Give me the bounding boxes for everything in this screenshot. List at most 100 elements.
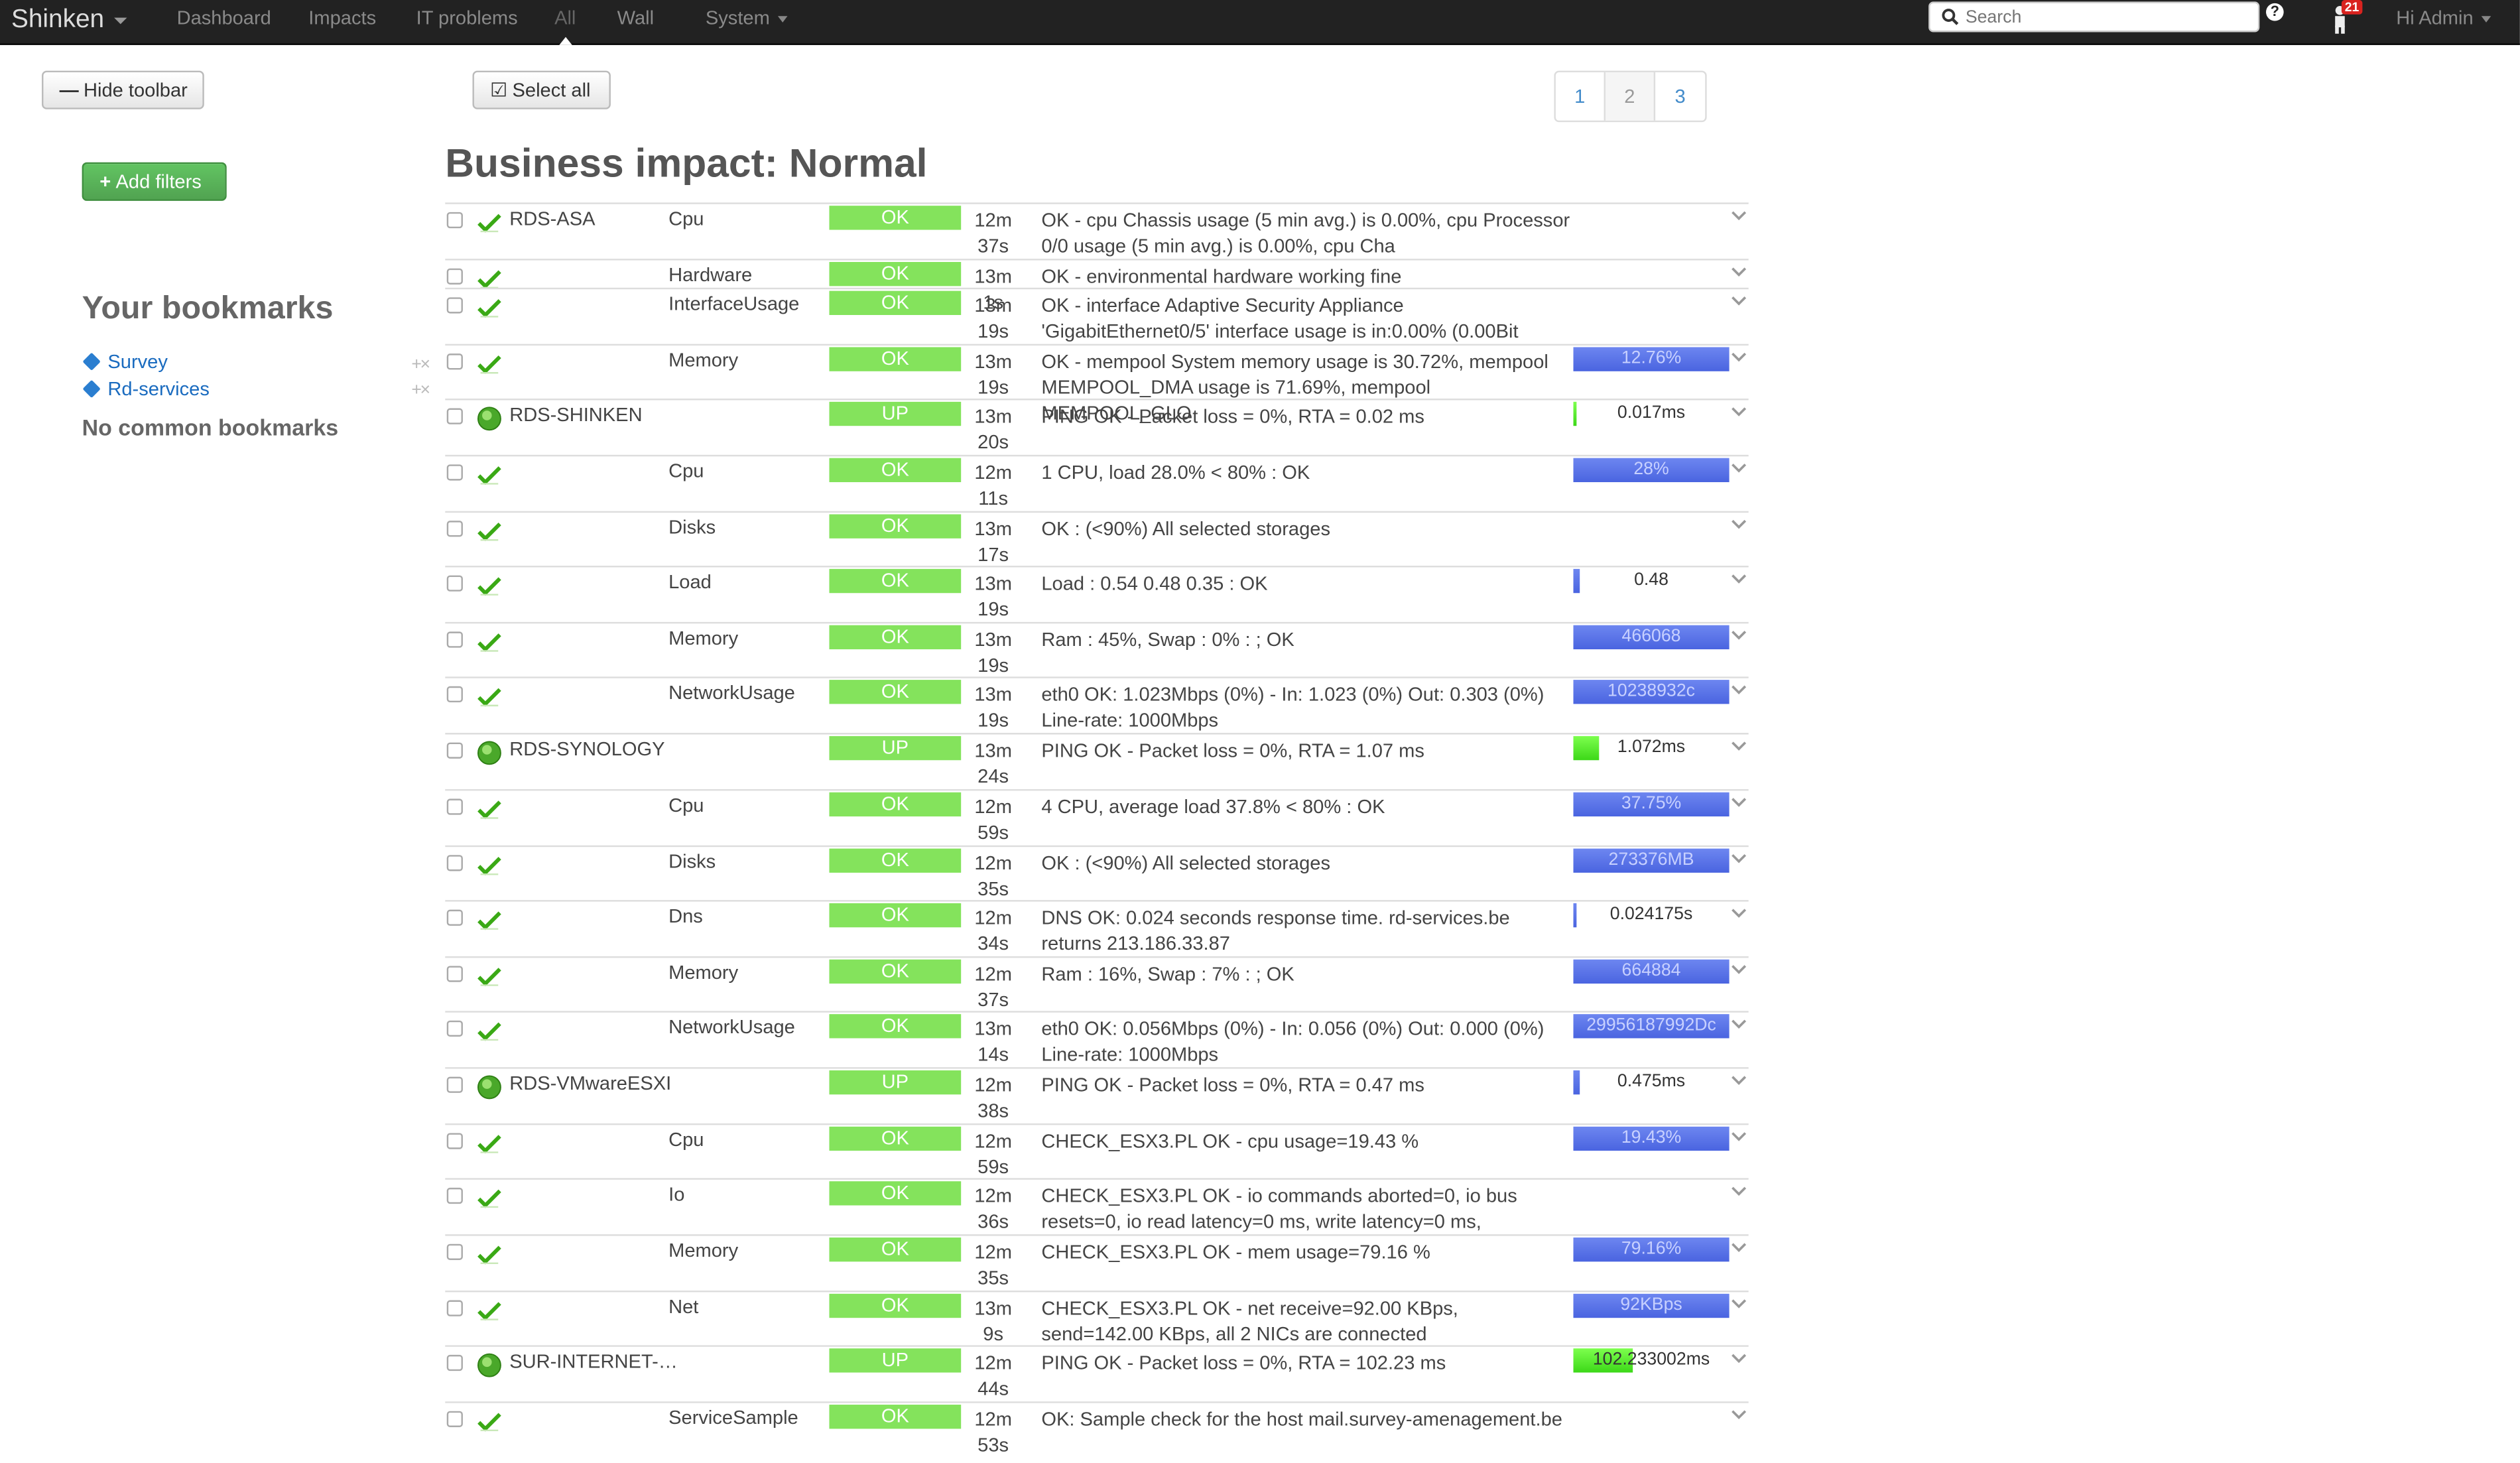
table-row[interactable]: ServiceSample OK 12m 53s OK: Sample check f… — [445, 1401, 1749, 1458]
brand-menu[interactable]: Shinken — [11, 3, 127, 38]
nav-all[interactable]: All — [554, 7, 576, 29]
table-row[interactable]: Cpu OK 12m 59s CHECK_ESX3.PL OK - cpu usage… — [445, 1123, 1749, 1178]
perf-metric[interactable]: 12.76% — [1573, 347, 1730, 371]
row-checkbox[interactable] — [446, 1076, 463, 1093]
table-row[interactable]: Memory OK 12m 37s Ram : 16%, Swap : 7% : ; … — [445, 956, 1749, 1011]
row-checkbox[interactable] — [446, 575, 463, 592]
host-name[interactable]: SUR-INTERNET-… — [509, 1350, 678, 1374]
perf-metric[interactable]: 466068 — [1573, 625, 1730, 650]
select-all-button[interactable]: ☑ Select all — [472, 70, 611, 109]
host-name[interactable]: RDS-SHINKEN — [509, 403, 642, 427]
row-checkbox[interactable] — [446, 909, 463, 926]
service-name[interactable]: ServiceSample — [668, 1406, 798, 1430]
row-checkbox[interactable] — [446, 353, 463, 370]
row-checkbox[interactable] — [446, 798, 463, 815]
service-name[interactable]: InterfaceUsage — [668, 292, 799, 316]
chevron-down-icon[interactable] — [1731, 683, 1747, 696]
perf-metric[interactable]: 79.16% — [1573, 1238, 1730, 1262]
hide-toolbar-button[interactable]: — Hide toolbar — [42, 70, 204, 109]
service-name[interactable]: Cpu — [668, 208, 704, 231]
chevron-down-icon[interactable] — [1731, 462, 1747, 474]
chevron-down-icon[interactable] — [1731, 1184, 1747, 1197]
bookmark-actions-icon[interactable]: +× — [411, 381, 430, 400]
row-checkbox[interactable] — [446, 1300, 463, 1316]
chevron-down-icon[interactable] — [1731, 963, 1747, 976]
table-row[interactable]: Net OK 13m 9s CHECK_ESX3.PL OK - net receiv… — [445, 1290, 1749, 1345]
chevron-down-icon[interactable] — [1731, 350, 1747, 363]
row-checkbox[interactable] — [446, 1411, 463, 1427]
service-name[interactable]: Cpu — [668, 1128, 704, 1152]
perf-metric[interactable]: 28% — [1573, 458, 1730, 483]
service-name[interactable]: Hardware — [668, 263, 752, 287]
service-name[interactable]: Net — [668, 1295, 698, 1319]
perf-metric[interactable]: 1.072ms — [1573, 735, 1730, 761]
perf-metric[interactable]: 273376MB — [1573, 848, 1730, 873]
chevron-down-icon[interactable] — [1731, 1352, 1747, 1364]
table-row[interactable]: Disks OK 12m 35s OK : (<90%) All selected s… — [445, 845, 1749, 900]
notification-badge[interactable]: 21 — [2341, 0, 2363, 15]
row-checkbox[interactable] — [446, 1133, 463, 1149]
table-row[interactable]: Disks OK 13m 17s OK : (<90%) All selected s… — [445, 511, 1749, 566]
row-checkbox[interactable] — [446, 297, 463, 314]
table-row[interactable]: NetworkUsage OK 13m 19s eth0 OK: 1.023Mbps … — [445, 676, 1749, 733]
bookmark-rd-services[interactable]: Rd-services — [82, 377, 210, 400]
user-menu[interactable]: Hi Admin — [2396, 7, 2491, 29]
table-row[interactable]: Cpu OK 12m 11s 1 CPU, load 28.0% < 80% : OK… — [445, 454, 1749, 511]
service-name[interactable]: Memory — [668, 1239, 738, 1263]
chevron-down-icon[interactable] — [1731, 739, 1747, 752]
service-name[interactable]: NetworkUsage — [668, 682, 795, 706]
perf-metric[interactable]: 0.017ms — [1573, 401, 1730, 426]
add-filters-button[interactable]: + Add filters — [82, 162, 227, 201]
host-name[interactable]: RDS-ASA — [509, 208, 595, 231]
row-checkbox[interactable] — [446, 1243, 463, 1260]
service-name[interactable]: Disks — [668, 850, 716, 874]
chevron-down-icon[interactable] — [1731, 796, 1747, 808]
row-checkbox[interactable] — [446, 1354, 463, 1371]
perf-metric[interactable]: 92KBps — [1573, 1293, 1730, 1318]
chevron-down-icon[interactable] — [1731, 629, 1747, 641]
row-checkbox[interactable] — [446, 268, 463, 285]
row-checkbox[interactable] — [446, 464, 463, 481]
nav-it-problems[interactable]: IT problems — [416, 7, 518, 29]
chevron-down-icon[interactable] — [1731, 572, 1747, 585]
table-row[interactable]: Cpu OK 12m 59s 4 CPU, average load 37.8% < … — [445, 789, 1749, 846]
chevron-down-icon[interactable] — [1731, 852, 1747, 864]
chevron-down-icon[interactable] — [1731, 209, 1747, 222]
nav-system[interactable]: System — [706, 7, 788, 29]
chevron-down-icon[interactable] — [1731, 1017, 1747, 1030]
table-row[interactable]: Hardware OK 13m 1s OK - environmental hardw… — [445, 259, 1749, 314]
chevron-down-icon[interactable] — [1731, 1130, 1747, 1143]
perf-metric[interactable]: 664884 — [1573, 959, 1730, 984]
chevron-down-icon[interactable] — [1731, 1408, 1747, 1421]
row-checkbox[interactable] — [446, 855, 463, 871]
table-row[interactable]: Io OK 12m 36s CHECK_ESX3.PL OK - io command… — [445, 1178, 1749, 1234]
service-name[interactable]: NetworkUsage — [668, 1016, 795, 1040]
perf-metric[interactable]: 0.475ms — [1573, 1070, 1730, 1095]
search-input[interactable] — [1965, 5, 2252, 29]
host-name[interactable]: RDS-SYNOLOGY — [509, 737, 664, 761]
table-row[interactable]: SUR-INTERNET-… UP 12m 44s PING OK - Packet … — [445, 1345, 1749, 1401]
page-link-1[interactable]: 1 — [1556, 72, 1606, 121]
row-checkbox[interactable] — [446, 742, 463, 759]
service-name[interactable]: Cpu — [668, 460, 704, 483]
perf-metric[interactable]: 102.233002ms — [1573, 1348, 1730, 1373]
service-name[interactable]: Load — [668, 570, 712, 594]
table-row[interactable]: Dns OK 12m 34s DNS OK: 0.024 seconds respon… — [445, 900, 1749, 956]
table-row[interactable]: RDS-SYNOLOGY UP 13m 24s PING OK - Packet lo… — [445, 733, 1749, 789]
perf-metric[interactable]: 0.48 — [1573, 568, 1730, 594]
row-checkbox[interactable] — [446, 1187, 463, 1204]
row-checkbox[interactable] — [446, 408, 463, 424]
row-checkbox[interactable] — [446, 521, 463, 537]
table-row[interactable]: Load OK 13m 19s Load : 0.54 0.48 0.35 : OK 0… — [445, 566, 1749, 622]
table-row[interactable]: RDS-VMwareESXI UP 12m 38s PING OK - Packet … — [445, 1067, 1749, 1123]
perf-metric[interactable]: 29956187992Dc — [1573, 1014, 1730, 1039]
chevron-down-icon[interactable] — [1731, 405, 1747, 418]
chevron-down-icon[interactable] — [1731, 1074, 1747, 1086]
table-row[interactable]: InterfaceUsage OK 13m 19s OK - interface Ad… — [445, 287, 1749, 344]
chevron-down-icon[interactable] — [1731, 265, 1747, 278]
row-checkbox[interactable] — [446, 212, 463, 229]
page-link-3[interactable]: 3 — [1655, 72, 1705, 121]
nav-impacts[interactable]: Impacts — [308, 7, 376, 29]
host-name[interactable]: RDS-VMwareESXI — [509, 1072, 671, 1096]
service-name[interactable]: Cpu — [668, 794, 704, 818]
